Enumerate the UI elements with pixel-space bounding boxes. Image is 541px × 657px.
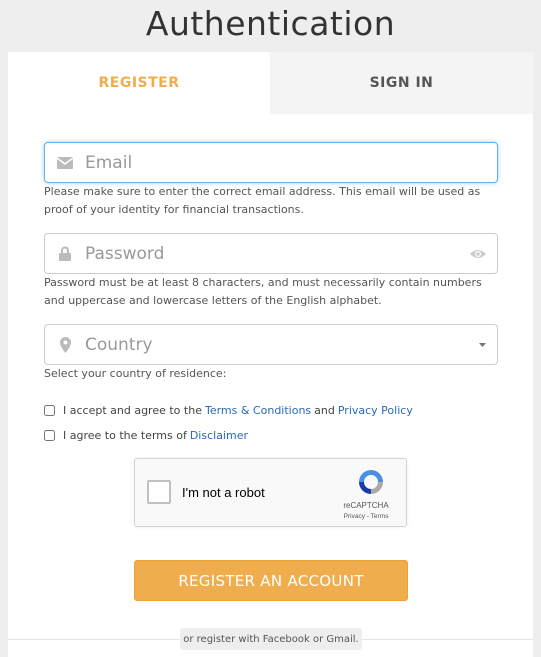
email-field[interactable] [44,142,498,183]
page-title: Authentication [145,4,396,43]
privacy-policy-link[interactable]: Privacy Policy [338,404,413,417]
terms-prefix: I accept and agree to the [63,404,202,417]
recaptcha-brand: reCAPTCHA [343,501,389,510]
terms-checkbox-row: I accept and agree to the Terms & Condit… [44,404,416,417]
terms-middle: and [314,404,335,417]
lock-icon [45,246,85,261]
email-help-text: Please make sure to enter the correct em… [44,185,481,216]
disclaimer-prefix: I agree to the terms of [63,429,187,442]
auth-tabs: REGISTER SIGN IN [8,52,533,114]
disclaimer-checkbox-row: I agree to the terms of Disclaimer [44,429,251,442]
auth-card: REGISTER SIGN IN Please make sure to ent… [8,52,533,657]
recaptcha-label: I'm not a robot [182,485,265,500]
tab-register[interactable]: REGISTER [8,52,270,114]
tab-sign-in[interactable]: SIGN IN [270,52,533,114]
recaptcha-checkbox[interactable] [147,480,171,504]
country-help-text: Select your country of residence: [44,367,227,380]
social-register-divider: or register with Facebook or Gmail. [180,628,362,650]
email-input[interactable] [85,143,497,182]
terms-conditions-link[interactable]: Terms & Conditions [205,404,311,417]
disclaimer-checkbox[interactable] [44,430,55,441]
envelope-icon [45,156,85,169]
disclaimer-link[interactable]: Disclaimer [190,429,248,442]
recaptcha-terms-link[interactable]: Privacy - Terms [336,513,396,520]
country-select-value: Country [85,334,153,355]
terms-checkbox[interactable] [44,405,55,416]
recaptcha-logo-icon [351,467,391,502]
password-help-text: Password must be at least 8 characters, … [44,276,482,307]
eye-icon[interactable] [459,248,497,260]
password-field[interactable] [44,233,498,274]
country-select[interactable]: Country [44,324,498,365]
recaptcha-widget: I'm not a robot reCAPTCHA Privacy - Term… [134,458,407,527]
map-marker-icon [45,336,85,353]
password-input[interactable] [85,234,459,273]
chevron-down-icon [467,342,497,347]
register-account-button[interactable]: REGISTER AN ACCOUNT [134,560,408,601]
